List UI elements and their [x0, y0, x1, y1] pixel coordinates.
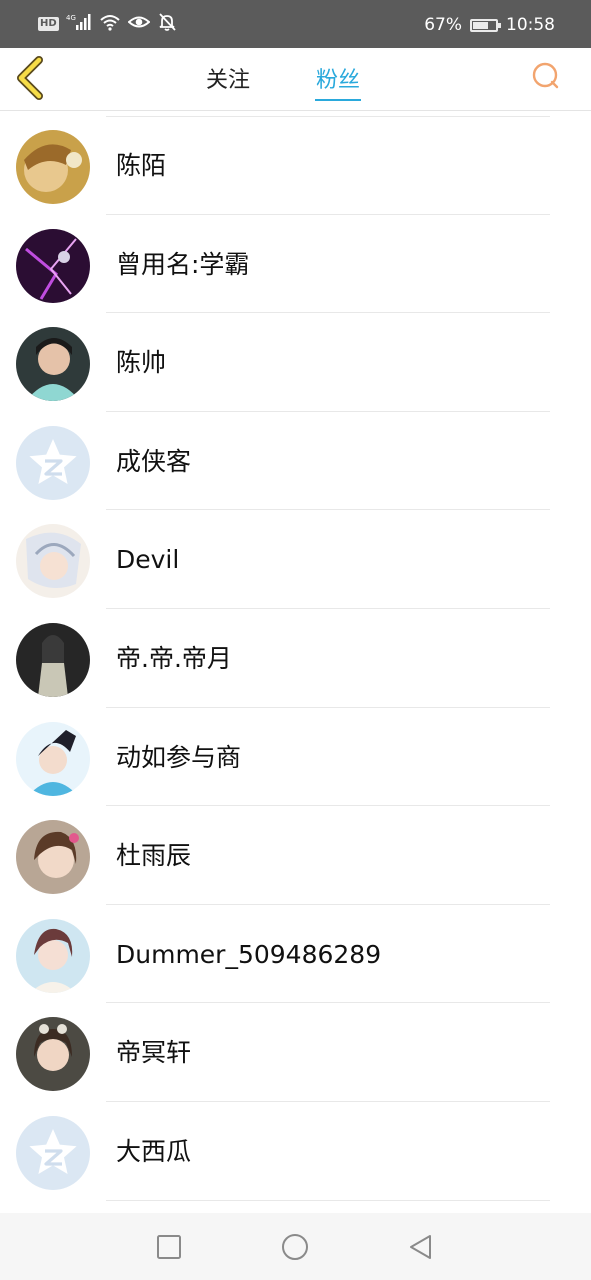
- chevron-left-icon: [17, 56, 43, 100]
- status-right: 67% 10:58: [424, 13, 555, 37]
- search-icon: [532, 62, 559, 89]
- signal-icon: 4G: [66, 13, 92, 35]
- recents-square-icon: [157, 1235, 181, 1259]
- fan-list-item[interactable]: 帝.帝.帝月: [0, 609, 591, 708]
- avatar[interactable]: [16, 130, 90, 204]
- fan-list-item[interactable]: Dummer_509486289: [0, 905, 591, 1004]
- fan-name: 杜雨辰: [116, 841, 192, 871]
- fan-list-item[interactable]: Devil: [0, 510, 591, 609]
- back-button[interactable]: [12, 56, 52, 100]
- row-divider: [106, 1199, 550, 1201]
- fan-name: Devil: [116, 545, 180, 575]
- fan-name: Dummer_509486289: [116, 939, 382, 969]
- status-left-icons: HD 4G: [38, 13, 177, 35]
- tab-following[interactable]: 关注: [206, 62, 250, 94]
- recents-button[interactable]: [155, 1233, 183, 1261]
- avatar[interactable]: [16, 327, 90, 402]
- fan-name: 陈陌: [116, 151, 167, 180]
- home-circle-icon: [282, 1234, 308, 1260]
- fan-name: 帝冥轩: [116, 1038, 192, 1068]
- back-triangle-icon: [410, 1235, 431, 1259]
- clock: 10:58: [506, 15, 555, 35]
- fan-list-item[interactable]: 大西瓜: [0, 1102, 591, 1201]
- fan-list-item[interactable]: 帝冥轩: [0, 1003, 591, 1102]
- battery-fill: [473, 21, 488, 29]
- back-nav-button[interactable]: [406, 1233, 434, 1261]
- tab-fans-label: 粉丝: [316, 68, 361, 93]
- fan-name: 动如参与商: [116, 742, 242, 772]
- eye-icon: [127, 13, 151, 35]
- fan-list-item[interactable]: 曾用名:学霸: [0, 215, 591, 314]
- avatar[interactable]: [16, 622, 90, 697]
- wifi-icon: [99, 13, 121, 35]
- tab-fans[interactable]: 粉丝: [315, 62, 362, 101]
- search-button[interactable]: [529, 60, 563, 94]
- battery-percent: 67%: [424, 15, 462, 35]
- avatar[interactable]: [16, 524, 90, 599]
- fan-list-item[interactable]: 杜雨辰: [0, 806, 591, 905]
- top-bar: 关注 粉丝: [0, 48, 591, 111]
- fans-list: 陈陌曾用名:学霸 陈帅成侠客 Devil 帝.帝.帝月 动如参与商杜雨辰 Dummer_5…: [0, 116, 591, 1201]
- status-bar: HD 4G 67% 10:58: [0, 0, 591, 48]
- fan-name: 陈帅: [116, 348, 167, 378]
- system-nav-bar: [0, 1213, 591, 1280]
- avatar[interactable]: [16, 721, 90, 796]
- home-button[interactable]: [281, 1233, 309, 1261]
- avatar[interactable]: [16, 918, 90, 993]
- fan-list-item[interactable]: 动如参与商: [0, 708, 591, 807]
- fan-name: 帝.帝.帝月: [116, 643, 232, 673]
- battery-icon: [470, 18, 501, 32]
- fan-list-item[interactable]: 陈陌: [0, 116, 591, 215]
- fan-name: 成侠客: [116, 446, 192, 476]
- hd-icon: HD: [38, 17, 59, 31]
- fan-list-item[interactable]: 成侠客: [0, 412, 591, 511]
- avatar[interactable]: [16, 228, 90, 303]
- fan-name: 大西瓜: [116, 1136, 192, 1166]
- tab-following-label: 关注: [206, 68, 251, 93]
- avatar[interactable]: [16, 1017, 90, 1092]
- avatar[interactable]: [16, 1115, 90, 1190]
- avatar[interactable]: [16, 820, 90, 895]
- fan-list-item[interactable]: 陈帅: [0, 313, 591, 412]
- bell-off-icon: [157, 13, 177, 35]
- fan-name: 曾用名:学霸: [116, 249, 250, 279]
- active-tab-indicator: [315, 99, 362, 101]
- network-type-label: 4G: [66, 14, 76, 22]
- avatar[interactable]: [16, 425, 90, 500]
